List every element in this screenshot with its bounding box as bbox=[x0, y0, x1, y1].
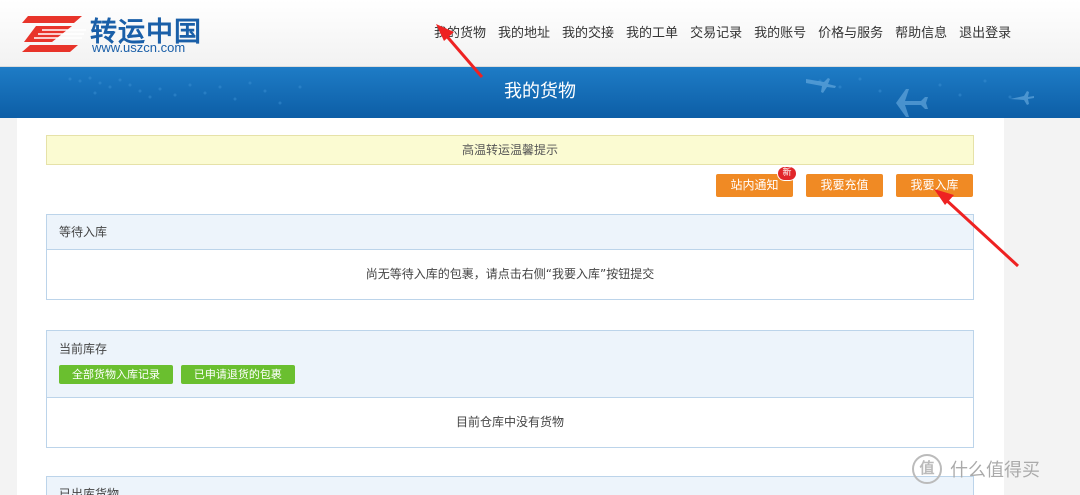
inventory-header: 当前库存 全部货物入库记录 已申请退货的包裹 bbox=[47, 331, 973, 398]
notice-bar[interactable]: 高温转运温馨提示 bbox=[46, 135, 974, 165]
shipped-panel: 已出库货物 bbox=[46, 476, 974, 495]
logo-icon bbox=[22, 16, 86, 52]
main-nav: 我的货物 我的地址 我的交接 我的工单 交易记录 我的账号 价格与服务 帮助信息… bbox=[428, 24, 1017, 44]
site-logo[interactable]: 转运中国 www.uszcn.com bbox=[22, 12, 222, 56]
inventory-panel: 当前库存 全部货物入库记录 已申请退货的包裹 目前仓库中没有货物 bbox=[46, 330, 974, 448]
new-badge: 新 bbox=[777, 166, 797, 181]
all-records-button[interactable]: 全部货物入库记录 bbox=[59, 365, 173, 384]
inventory-empty-text: 目前仓库中没有货物 bbox=[455, 415, 564, 429]
shipped-title: 已出库货物 bbox=[47, 477, 973, 495]
watermark: 值 什么值得买 bbox=[912, 454, 1040, 484]
watermark-text: 什么值得买 bbox=[950, 460, 1040, 481]
nav-transactions[interactable]: 交易记录 bbox=[684, 24, 748, 44]
page-banner: 我的货物 bbox=[0, 67, 1080, 118]
returned-packages-button[interactable]: 已申请退货的包裹 bbox=[180, 365, 295, 384]
nav-my-address[interactable]: 我的地址 bbox=[492, 24, 556, 44]
nav-my-goods[interactable]: 我的货物 bbox=[428, 24, 492, 44]
inventory-title: 当前库存 bbox=[59, 342, 108, 356]
nav-my-handover[interactable]: 我的交接 bbox=[556, 24, 620, 44]
site-notice-label: 站内通知 bbox=[730, 178, 779, 192]
site-header: 转运中国 www.uszcn.com 我的货物 我的地址 我的交接 我的工单 交… bbox=[0, 0, 1080, 67]
main-content: 高温转运温馨提示 站内通知 新 我要充值 我要入库 等待入库 尚无等待入库的包裹… bbox=[17, 118, 1004, 495]
watermark-logo-icon: 值 bbox=[912, 454, 942, 484]
nav-my-tickets[interactable]: 我的工单 bbox=[620, 24, 684, 44]
nav-help[interactable]: 帮助信息 bbox=[889, 24, 953, 44]
pending-empty-text: 尚无等待入库的包裹，请点击右侧“我要入库”按钮提交 bbox=[365, 267, 655, 281]
nav-my-account[interactable]: 我的账号 bbox=[748, 24, 812, 44]
page-title: 我的货物 bbox=[504, 81, 576, 102]
pending-panel: 等待入库 尚无等待入库的包裹，请点击右侧“我要入库”按钮提交 bbox=[46, 214, 974, 300]
recharge-button[interactable]: 我要充值 bbox=[806, 174, 883, 197]
site-notice-button[interactable]: 站内通知 新 bbox=[716, 166, 797, 197]
pending-title: 等待入库 bbox=[47, 215, 973, 250]
nav-logout[interactable]: 退出登录 bbox=[953, 24, 1017, 44]
nav-pricing[interactable]: 价格与服务 bbox=[812, 24, 889, 44]
check-in-button[interactable]: 我要入库 bbox=[896, 174, 973, 197]
logo-url: www.uszcn.com bbox=[92, 40, 186, 55]
